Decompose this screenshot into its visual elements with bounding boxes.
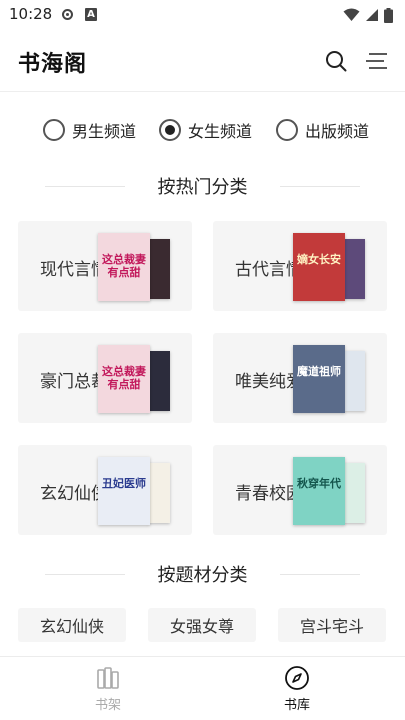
theme-chip[interactable]: 宫斗宅斗	[278, 608, 386, 642]
battery-icon	[384, 7, 393, 23]
channel-selector: 男生频道 女生频道 出版频道	[0, 116, 405, 144]
status-icons	[343, 6, 393, 24]
book-cover-front: 丑妃医师	[98, 457, 150, 525]
theme-chip[interactable]: 女强女尊	[148, 608, 256, 642]
cover-title: 这总裁妻有点甜	[102, 253, 146, 279]
tab-bookshelf[interactable]: 书架	[68, 665, 148, 713]
category-card[interactable]: 现代言情 这总裁妻有点甜	[18, 221, 192, 311]
category-card[interactable]: 古代言情 嫡女长安	[213, 221, 387, 311]
app-header: 书海阁	[0, 30, 405, 92]
tab-library[interactable]: 书库	[257, 665, 337, 713]
compass-icon	[285, 666, 309, 690]
book-cover-back	[343, 463, 365, 523]
theme-section-heading: 按题材分类	[0, 561, 405, 587]
search-button[interactable]	[323, 48, 349, 74]
hot-section-heading: 按热门分类	[0, 173, 405, 199]
record-icon	[62, 9, 73, 20]
menu-button[interactable]	[364, 48, 390, 74]
wifi-icon	[343, 8, 360, 21]
book-cover-front: 这总裁妻有点甜	[98, 233, 150, 301]
category-card[interactable]: 玄幻仙侠 丑妃医师	[18, 445, 192, 535]
status-bar: 10:28 A	[0, 0, 405, 30]
tab-label: 书库	[283, 698, 310, 713]
book-cover-back	[148, 351, 170, 411]
radio-button[interactable]	[43, 119, 65, 141]
book-cover-front: 秋穿年代	[293, 457, 345, 525]
radio-label: 女生频道	[188, 122, 253, 141]
divider	[280, 186, 360, 187]
cover-title: 魔道祖师	[297, 365, 341, 378]
book-cover-back	[343, 351, 365, 411]
theme-chip[interactable]: 玄幻仙侠	[18, 608, 126, 642]
radio-publish-channel[interactable]: 出版频道	[276, 116, 369, 144]
category-card[interactable]: 青春校园 秋穿年代	[213, 445, 387, 535]
book-cover-back	[148, 239, 170, 299]
book-cover-back	[148, 463, 170, 523]
cellular-icon	[366, 9, 378, 21]
radio-label: 男生频道	[72, 122, 137, 141]
status-time: 10:28	[9, 5, 53, 23]
search-icon	[326, 51, 347, 72]
radio-male-channel[interactable]: 男生频道	[43, 116, 136, 144]
book-cover-back	[343, 239, 365, 299]
book-cover-front: 嫡女长安	[293, 233, 345, 301]
book-cover-front: 魔道祖师	[293, 345, 345, 413]
notification-a-icon: A	[85, 8, 97, 21]
cover-title: 丑妃医师	[102, 477, 146, 490]
divider	[280, 574, 360, 575]
tab-label: 书架	[94, 698, 121, 713]
radio-button[interactable]	[276, 119, 298, 141]
cover-title: 这总裁妻有点甜	[102, 365, 146, 391]
category-card[interactable]: 唯美纯爱 魔道祖师	[213, 333, 387, 423]
list-menu-icon	[366, 53, 387, 69]
book-cover-front: 这总裁妻有点甜	[98, 345, 150, 413]
category-card[interactable]: 豪门总裁 这总裁妻有点甜	[18, 333, 192, 423]
app-title: 书海阁	[18, 52, 88, 77]
bookshelf-icon	[97, 667, 119, 689]
radio-female-channel[interactable]: 女生频道	[159, 116, 252, 144]
bottom-nav: 书架 书库	[0, 656, 405, 720]
radio-button-checked[interactable]	[159, 119, 181, 141]
cover-title: 秋穿年代	[297, 477, 341, 490]
cover-title: 嫡女长安	[297, 253, 341, 266]
radio-label: 出版频道	[305, 122, 370, 141]
